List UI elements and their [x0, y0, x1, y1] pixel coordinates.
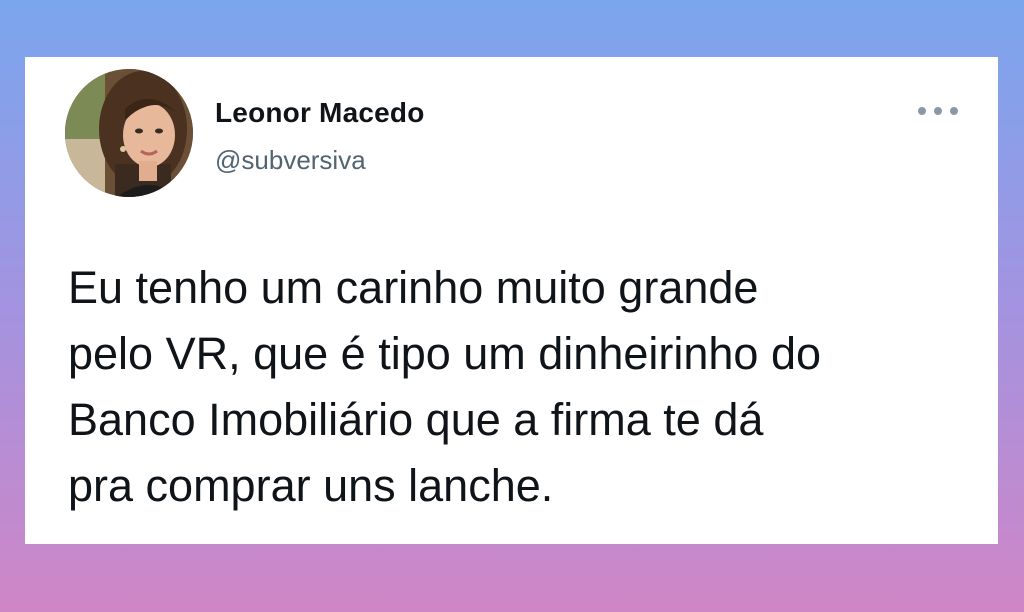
- dot-icon: [950, 107, 958, 115]
- tweet-text-line: Eu tenho um carinho muito grande: [68, 262, 759, 313]
- author-name[interactable]: Leonor Macedo: [215, 97, 425, 129]
- dot-icon: [918, 107, 926, 115]
- profile-photo-icon: [65, 69, 193, 197]
- tweet-text-line: pelo VR, que é tipo um dinheirinho do: [68, 328, 822, 379]
- tweet-card: Leonor Macedo @subversiva Eu tenho um ca…: [25, 57, 998, 544]
- ellipsis-icon[interactable]: [918, 99, 958, 123]
- tweet-text-line: Banco Imobiliário que a firma te dá: [68, 394, 764, 445]
- tweet-text-line: pra comprar uns lanche.: [68, 460, 554, 511]
- avatar[interactable]: [65, 69, 193, 197]
- dot-icon: [934, 107, 942, 115]
- author-handle[interactable]: @subversiva: [215, 145, 366, 176]
- tweet-text: Eu tenho um carinho muito grande pelo VR…: [68, 255, 968, 519]
